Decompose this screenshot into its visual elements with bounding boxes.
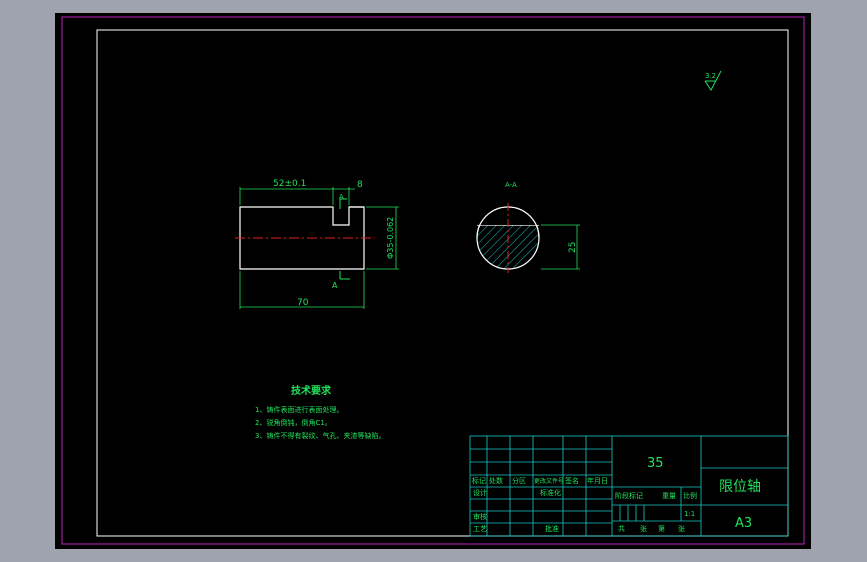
section-view: A-A 25 <box>476 181 580 273</box>
dim-slot-width: 8 <box>357 180 363 190</box>
tb-standard: 标准化 <box>540 488 561 497</box>
tb-sheet-unit: 张 <box>640 524 647 533</box>
tech-req-item: 3、铸件不得有裂纹、气孔、夹渣等缺陷。 <box>255 431 385 440</box>
trim-border <box>61 16 805 545</box>
title-block-text: 标记 处数 分区 更改文件号 签名 年月日 设计 审核 工艺 标准化 批准 35… <box>472 456 761 533</box>
tb-weight: 重量 <box>662 492 676 500</box>
tb-sheet-total: 共 <box>618 524 625 533</box>
tb-process: 工艺 <box>473 525 487 533</box>
drawing-frame <box>96 29 789 537</box>
tech-req-item: 1、铸件表面进行表面处理。 <box>255 405 343 414</box>
tb-paper-size: A3 <box>735 516 752 531</box>
tb-material: 35 <box>647 456 664 471</box>
tb-approve: 批准 <box>545 524 559 533</box>
tb-review: 审核 <box>473 512 487 521</box>
tb-design: 设计 <box>473 488 487 497</box>
tb-header-zone: 分区 <box>512 476 526 485</box>
dim-diameter: Φ35-0.062 <box>386 217 395 259</box>
tb-header-date: 年月日 <box>587 476 608 485</box>
tb-header-change: 更改文件号 <box>534 477 564 485</box>
section-label: A-A <box>505 181 517 189</box>
tech-req-title: 技术要求 <box>291 384 332 397</box>
cad-drawing: 3.2 52±0.1 8 A A Φ35-0.062 70 A-A 25 技术要… <box>61 16 805 545</box>
tech-req-item: 2、锐角倒钝，倒角C1。 <box>255 418 332 427</box>
section-marker-top: A <box>339 193 344 201</box>
tb-sheet-no: 第 <box>658 524 665 533</box>
tb-stage: 阶段标记 <box>615 491 643 500</box>
tb-header-count: 处数 <box>489 476 503 485</box>
section-marker-bottom: A <box>332 281 338 290</box>
dim-slot-position: 52±0.1 <box>273 179 306 189</box>
surface-finish-value: 3.2 <box>705 72 716 80</box>
dim-flat: 25 <box>568 242 578 253</box>
tb-header-mark: 标记 <box>472 476 486 485</box>
drawing-sheet: 3.2 52±0.1 8 A A Φ35-0.062 70 A-A 25 技术要… <box>55 13 811 549</box>
tb-scale-label: 比例 <box>683 491 697 500</box>
surface-finish-symbol: 3.2 <box>704 70 722 91</box>
tb-header-sign: 签名 <box>565 476 579 485</box>
tb-part-name: 限位轴 <box>719 479 761 495</box>
front-view: 52±0.1 8 A A Φ35-0.062 70 <box>235 179 399 309</box>
technical-requirements: 技术要求 1、铸件表面进行表面处理。 2、锐角倒钝，倒角C1。 3、铸件不得有裂… <box>255 384 385 440</box>
tb-sheet-unit-2: 张 <box>678 524 685 533</box>
tb-scale: 1:1 <box>684 510 695 518</box>
dim-total-length: 70 <box>297 298 309 308</box>
